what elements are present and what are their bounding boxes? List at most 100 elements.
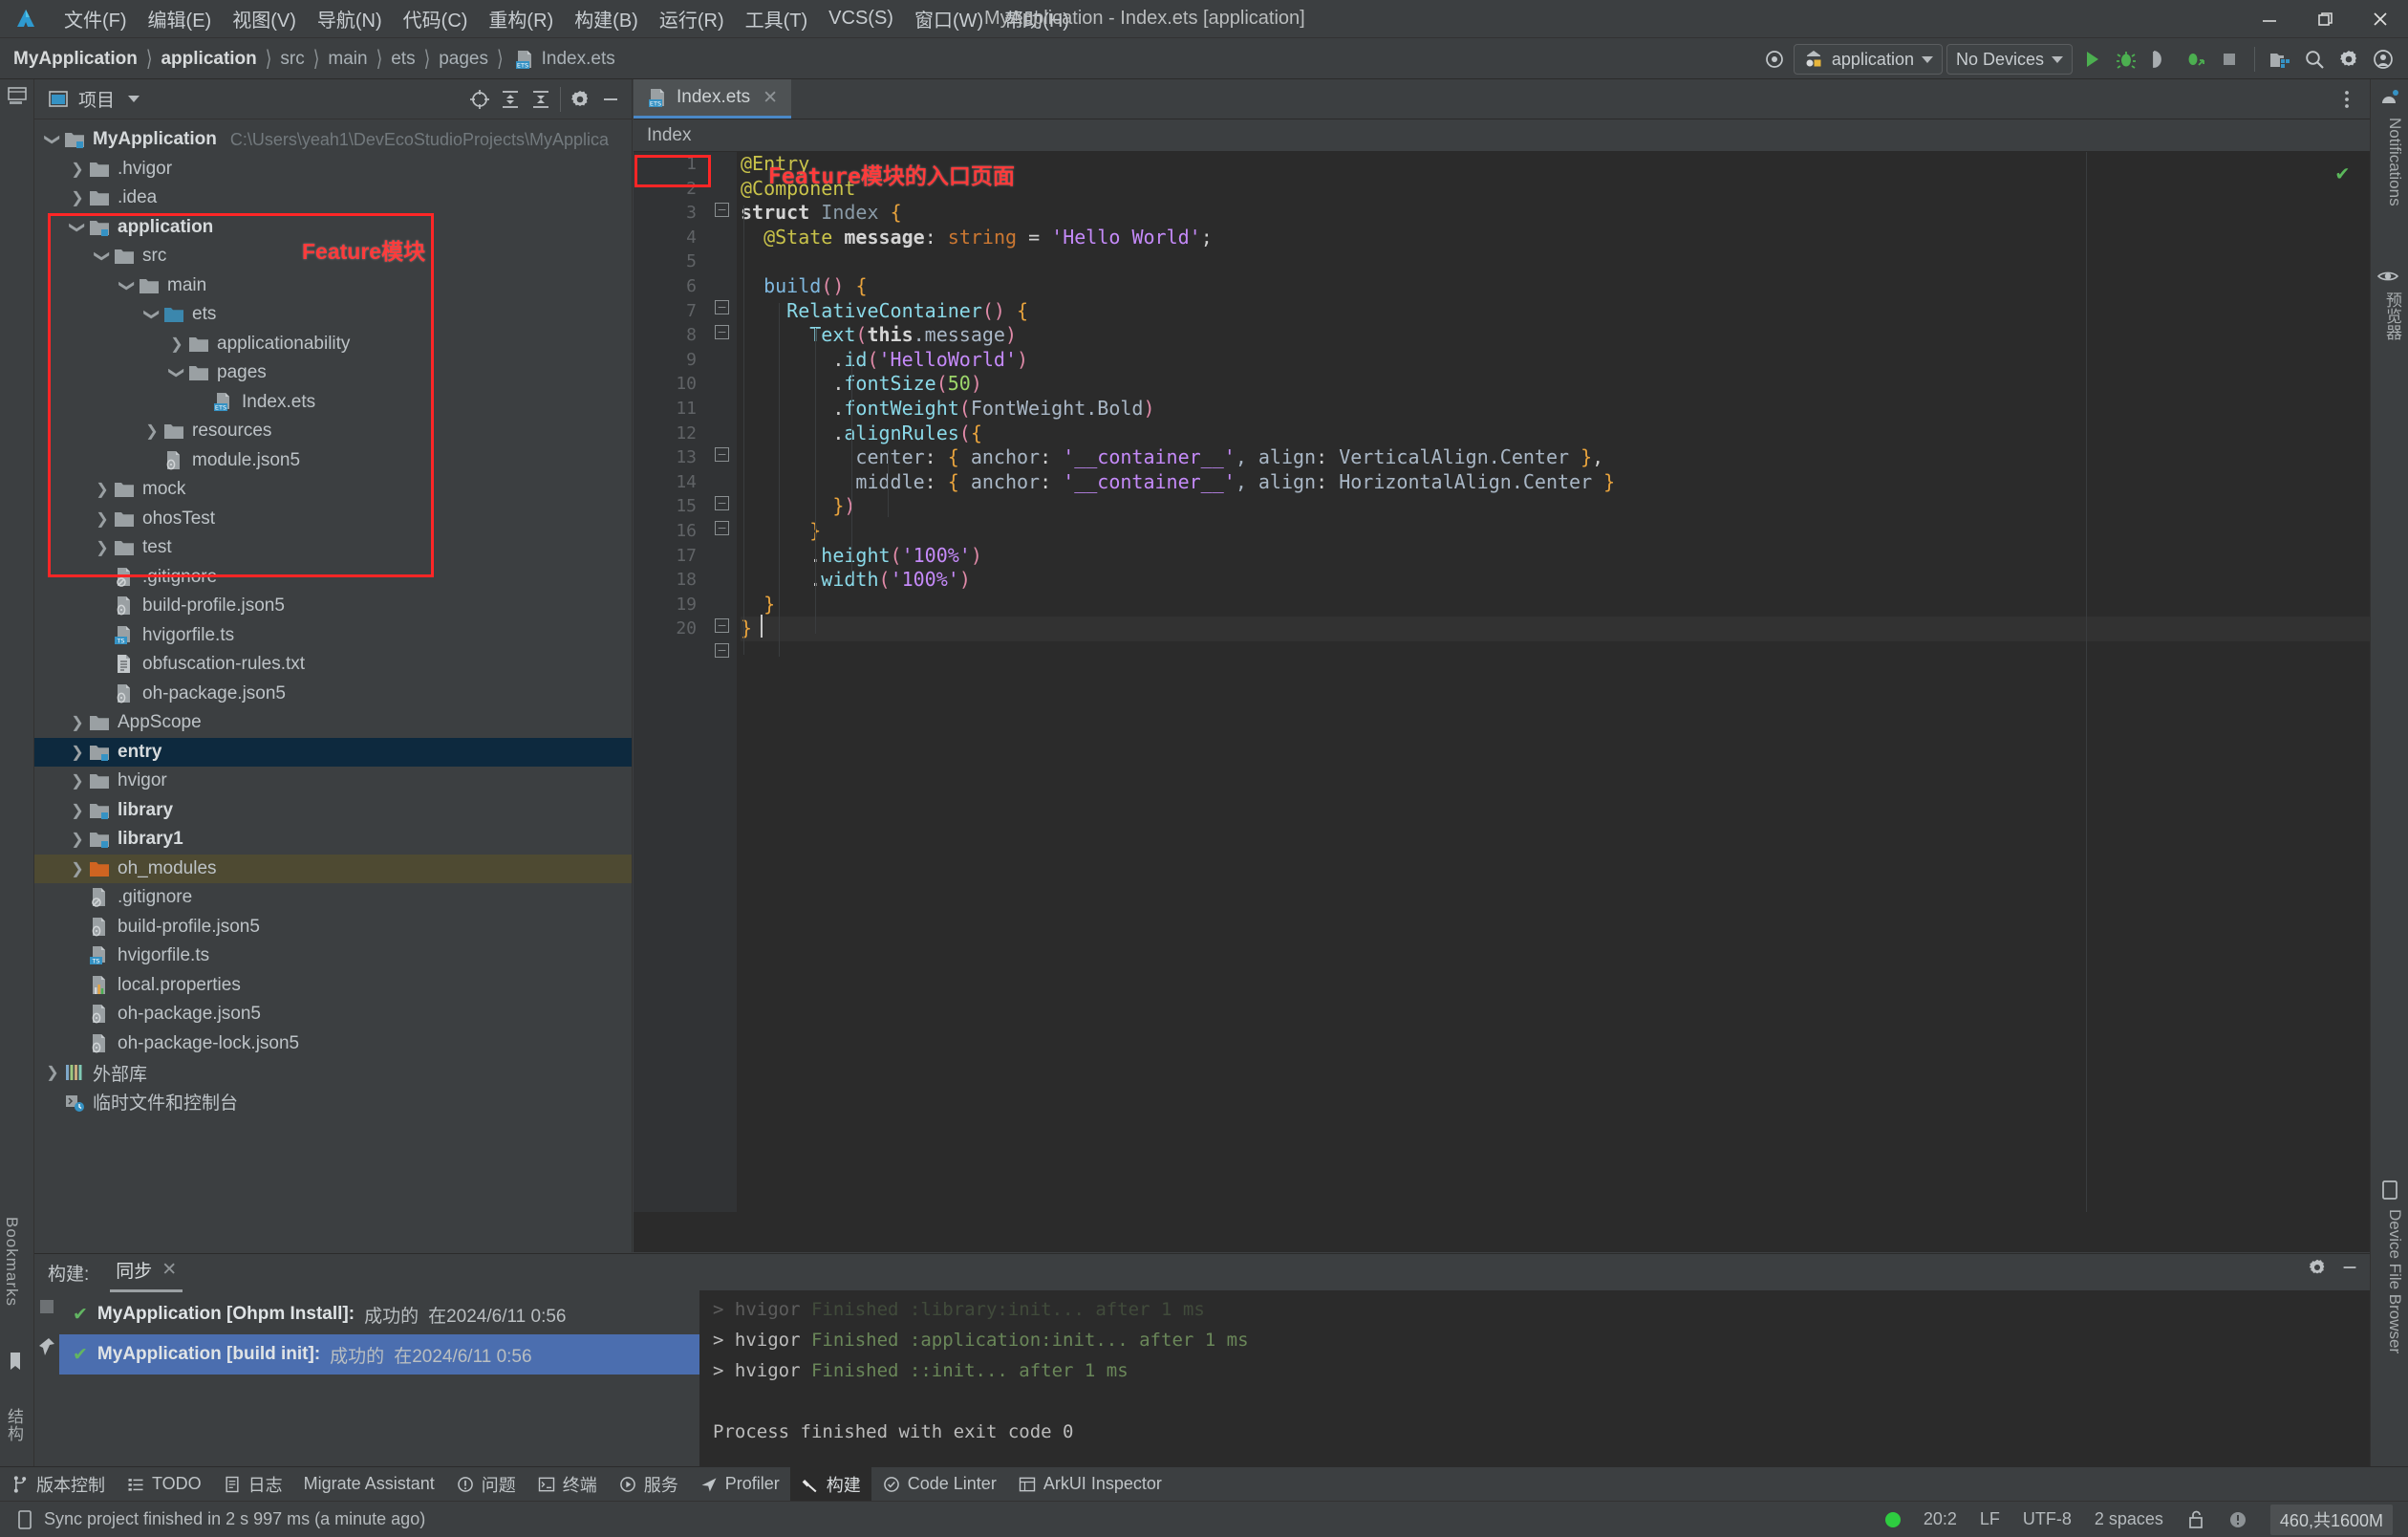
tree-row[interactable]: ❯application <box>34 213 632 243</box>
preview-tab[interactable]: 预览器 <box>2380 292 2404 340</box>
tree-row[interactable]: oh-package.json5 <box>34 1000 632 1029</box>
profile-button[interactable] <box>2180 44 2210 75</box>
main-menu[interactable]: 文件(F) 编辑(E) 视图(V) 导航(N) 代码(C) 重构(R) 构建(B… <box>54 3 1080 34</box>
tree-row[interactable]: ❯.hvigor <box>34 155 632 184</box>
code-line[interactable]: .alignRules({ <box>741 422 2370 446</box>
code-line[interactable]: Text(this.message) <box>741 323 2370 348</box>
debug-button[interactable] <box>2111 44 2141 75</box>
code-line[interactable]: }) <box>741 494 2370 519</box>
code-text[interactable]: @Entry@Componentstruct Index { @State me… <box>741 152 2370 1212</box>
hide-panel-icon[interactable] <box>599 88 622 111</box>
search-icon[interactable] <box>2299 44 2330 75</box>
panel-settings-gear-icon[interactable] <box>569 88 591 111</box>
chevron-right-icon[interactable]: ❯ <box>67 188 88 207</box>
editor-breadcrumb[interactable]: Index <box>634 119 2370 152</box>
tool-window-button-版本控制[interactable]: 版本控制 <box>0 1467 116 1502</box>
code-line[interactable]: .width('100%') <box>741 568 2370 593</box>
select-target-icon[interactable] <box>1759 44 1790 75</box>
account-icon[interactable] <box>2368 44 2398 75</box>
chevron-down-icon[interactable]: ❯ <box>43 129 62 150</box>
code-line[interactable]: @Component <box>741 177 2370 202</box>
code-line[interactable]: .height('100%') <box>741 544 2370 569</box>
tree-row[interactable]: local.properties <box>34 971 632 1001</box>
chevron-right-icon[interactable]: ❯ <box>141 422 162 441</box>
tool-window-button-服务[interactable]: 服务 <box>608 1467 689 1502</box>
chevron-right-icon[interactable]: ❯ <box>92 509 113 529</box>
tree-row[interactable]: ❯外部库 <box>34 1058 632 1088</box>
tree-row[interactable]: oh-package-lock.json5 <box>34 1029 632 1059</box>
chevron-down-icon[interactable]: ❯ <box>118 275 137 296</box>
tree-row[interactable]: ❯.idea <box>34 184 632 213</box>
tool-window-button-code-linter[interactable]: Code Linter <box>871 1467 1007 1502</box>
scroll-from-source-icon[interactable] <box>468 88 491 111</box>
unlock-icon[interactable] <box>2186 1509 2205 1530</box>
chevron-right-icon[interactable]: ❯ <box>67 713 88 732</box>
fold-marker[interactable]: – <box>715 300 729 314</box>
tool-window-button-问题[interactable]: 问题 <box>445 1467 527 1502</box>
notifications-tab[interactable]: Notifications <box>2385 118 2404 206</box>
build-panel-actions[interactable] <box>2307 1257 2360 1278</box>
build-tab-sync[interactable]: 同步 ✕ <box>110 1253 183 1292</box>
device-file-browser-icon[interactable] <box>2380 1180 2399 1201</box>
build-result-list[interactable]: ✔MyApplication [Ohpm Install]:成功的在2024/6… <box>59 1290 699 1487</box>
build-result-row[interactable]: ✔MyApplication [Ohpm Install]:成功的在2024/6… <box>59 1294 699 1334</box>
tree-row[interactable]: obfuscation-rules.txt <box>34 650 632 680</box>
chevron-down-icon[interactable]: ❯ <box>68 217 87 238</box>
breadcrumb-src[interactable]: src <box>280 49 304 70</box>
fold-marker[interactable]: – <box>715 203 729 217</box>
tab-index-ets[interactable]: ETS Index.ets ✕ <box>634 79 791 119</box>
tree-row[interactable]: ❯main <box>34 271 632 301</box>
caret-position[interactable]: 20:2 <box>1924 1509 1957 1529</box>
structure-tab[interactable]: 结构 <box>2 1408 26 1442</box>
code-line[interactable]: .id('HelloWorld') <box>741 348 2370 373</box>
tree-row[interactable]: ❯src <box>34 242 632 271</box>
gear-icon[interactable] <box>2307 1257 2328 1278</box>
breadcrumb-myapplication[interactable]: MyApplication <box>13 49 138 70</box>
tree-row[interactable]: TShvigorfile.ts <box>34 621 632 651</box>
chevron-down-icon[interactable]: ❯ <box>142 304 161 325</box>
close-tab-icon[interactable]: ✕ <box>763 87 778 109</box>
menu-run[interactable]: 运行(R) <box>649 3 735 34</box>
main-toolbar[interactable]: application No Devices <box>1759 39 2398 79</box>
status-indicators[interactable]: 20:2 LF UTF-8 2 spaces 460,共1600M <box>1885 1505 2393 1535</box>
chevron-right-icon[interactable]: ❯ <box>92 480 113 499</box>
notifications-icon[interactable] <box>2377 87 2400 110</box>
stop-icon[interactable] <box>38 1298 55 1315</box>
tree-row[interactable]: ❯library <box>34 796 632 826</box>
editor-tab-bar[interactable]: ETS Index.ets ✕ <box>634 79 2370 119</box>
chevron-right-icon[interactable]: ❯ <box>67 830 88 849</box>
chevron-down-icon[interactable] <box>128 96 140 102</box>
tool-window-button-终端[interactable]: 终端 <box>527 1467 608 1502</box>
code-line[interactable]: .fontSize(50) <box>741 372 2370 397</box>
menu-window[interactable]: 窗口(W) <box>904 3 994 34</box>
chevron-right-icon[interactable]: ❯ <box>67 160 88 179</box>
project-tab-icon[interactable] <box>7 85 28 106</box>
build-result-row[interactable]: ✔MyApplication [build init]:成功的在2024/6/1… <box>59 1334 699 1375</box>
menu-build[interactable]: 构建(B) <box>564 3 649 34</box>
check-icon[interactable]: ✔ <box>2336 162 2349 185</box>
code-line[interactable]: } <box>741 593 2370 617</box>
chevron-right-icon[interactable]: ❯ <box>67 771 88 790</box>
fold-marker[interactable]: – <box>715 325 729 339</box>
tree-row[interactable]: build-profile.json5 <box>34 913 632 942</box>
chevron-right-icon[interactable]: ❯ <box>92 538 113 557</box>
tree-row[interactable]: ❯pages <box>34 358 632 388</box>
code-line[interactable]: middle: { anchor: '__container__', align… <box>741 470 2370 495</box>
editor-tab-actions[interactable] <box>2335 79 2370 119</box>
chevron-right-icon[interactable]: ❯ <box>42 1063 63 1082</box>
tool-window-button-todo[interactable]: TODO <box>116 1467 212 1502</box>
tree-row[interactable]: oh-package.json5 <box>34 680 632 709</box>
code-line[interactable] <box>741 249 2370 274</box>
run-button[interactable] <box>2076 44 2107 75</box>
code-line[interactable]: } <box>741 617 2370 641</box>
breadcrumb-main[interactable]: main <box>328 49 367 70</box>
code-line[interactable]: RelativeContainer() { <box>741 299 2370 324</box>
menu-tools[interactable]: 工具(T) <box>735 3 819 34</box>
menu-refactor[interactable]: 重构(R) <box>478 3 564 34</box>
device-selector[interactable]: No Devices <box>1946 44 2073 75</box>
indent-setting[interactable]: 2 spaces <box>2095 1509 2163 1529</box>
build-log-output[interactable]: > hvigor Finished :library:init... after… <box>699 1290 2370 1487</box>
menu-vcs[interactable]: VCS(S) <box>818 6 904 32</box>
more-options-icon[interactable] <box>2335 88 2358 111</box>
menu-navigate[interactable]: 导航(N) <box>307 3 393 34</box>
